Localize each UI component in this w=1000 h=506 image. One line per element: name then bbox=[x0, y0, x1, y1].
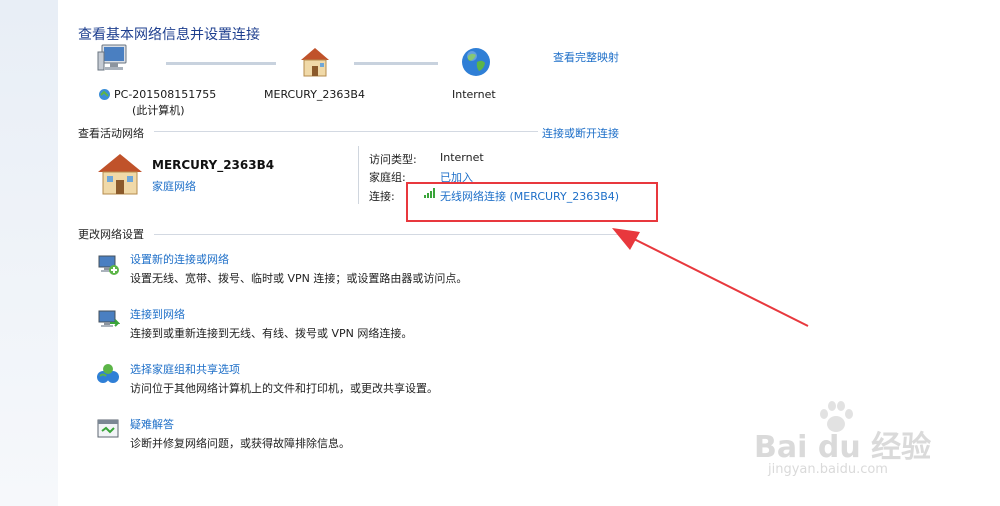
task-title-troubleshoot[interactable]: 疑难解答 bbox=[130, 416, 174, 432]
section-divider bbox=[154, 234, 620, 235]
connection-label: 连接: bbox=[369, 190, 395, 203]
connect-network-icon bbox=[96, 307, 121, 331]
task-title-setup[interactable]: 设置新的连接或网络 bbox=[130, 251, 229, 267]
task-desc-setup: 设置无线、宽带、拨号、临时或 VPN 连接；或设置路由器或访问点。 bbox=[130, 272, 468, 285]
homegroup-label: 家庭组: bbox=[369, 171, 406, 184]
task-title-homegroup[interactable]: 选择家庭组和共享选项 bbox=[130, 361, 240, 377]
troubleshoot-icon bbox=[96, 417, 120, 441]
task-desc-connect: 连接到或重新连接到无线、有线、拨号或 VPN 网络连接。 bbox=[130, 327, 413, 340]
task-desc-homegroup: 访问位于其他网络计算机上的文件和打印机，或更改共享设置。 bbox=[130, 382, 438, 395]
homegroup-icon bbox=[96, 362, 120, 386]
highlight-box bbox=[406, 182, 658, 222]
map-connector-line bbox=[166, 62, 276, 65]
details-separator bbox=[358, 146, 359, 204]
home-network-icon bbox=[96, 152, 144, 196]
active-networks-heading: 查看活动网络 bbox=[78, 127, 144, 140]
change-settings-heading: 更改网络设置 bbox=[78, 228, 144, 241]
internet-globe-icon[interactable] bbox=[460, 46, 492, 78]
setup-connection-icon bbox=[96, 252, 120, 276]
internet-label: Internet bbox=[452, 88, 496, 101]
computer-name: PC-201508151755 bbox=[114, 88, 217, 101]
map-connector-line bbox=[354, 62, 438, 65]
network-type-link[interactable]: 家庭网络 bbox=[152, 178, 196, 194]
page-title: 查看基本网络信息并设置连接 bbox=[78, 27, 260, 43]
router-name: MERCURY_2363B4 bbox=[264, 88, 365, 101]
home-router-icon[interactable] bbox=[298, 46, 332, 78]
access-type-value: Internet bbox=[440, 151, 484, 164]
watermark-brand: Bai du 经验 bbox=[754, 430, 932, 465]
connect-disconnect-link[interactable]: 连接或断开连接 bbox=[542, 125, 619, 141]
task-desc-troubleshoot: 诊断并修复网络问题，或获得故障排除信息。 bbox=[130, 437, 350, 450]
watermark-url: jingyan.baidu.com bbox=[768, 462, 888, 477]
watermark: Bai du 经验 jingyan.baidu.com bbox=[748, 400, 978, 490]
computer-subtitle: (此计算机) bbox=[132, 104, 185, 117]
task-title-connect[interactable]: 连接到网络 bbox=[130, 306, 185, 322]
section-divider bbox=[154, 131, 538, 132]
network-status-icon bbox=[98, 88, 111, 101]
annotation-arrow bbox=[612, 228, 809, 327]
computer-icon[interactable] bbox=[96, 42, 130, 76]
left-navigation-pane bbox=[0, 0, 59, 506]
view-full-map-link[interactable]: 查看完整映射 bbox=[553, 49, 619, 65]
access-type-label: 访问类型: bbox=[369, 153, 417, 166]
active-network-name: MERCURY_2363B4 bbox=[152, 158, 275, 172]
